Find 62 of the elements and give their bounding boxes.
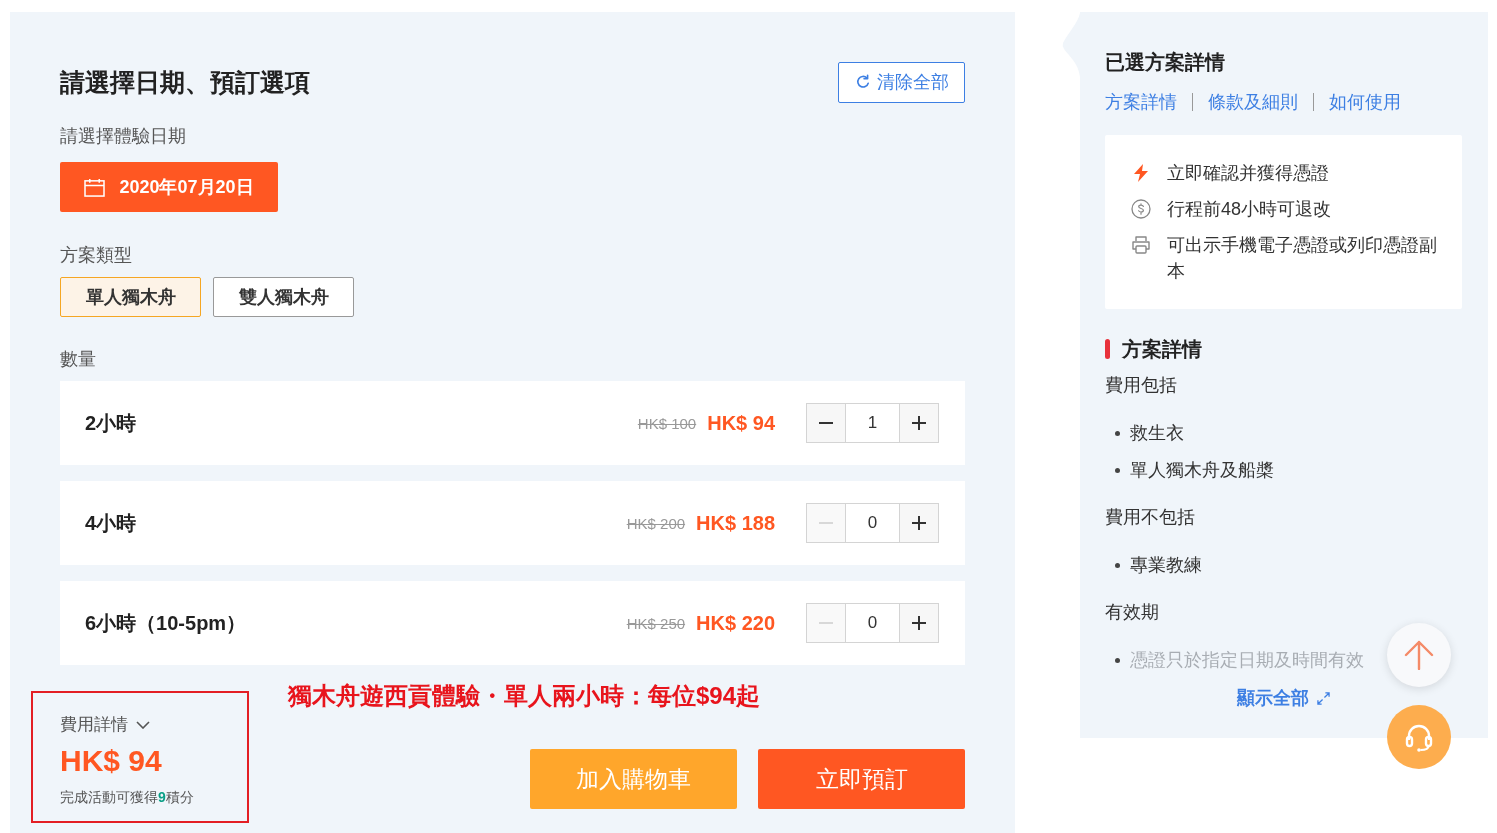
heading-marker-icon xyxy=(1105,339,1110,359)
date-picker-button[interactable]: 2020年07月20日 xyxy=(60,162,278,212)
increase-button[interactable] xyxy=(899,503,939,543)
dollar-icon xyxy=(1131,199,1151,219)
plus-icon xyxy=(912,416,926,430)
increase-button[interactable] xyxy=(899,403,939,443)
detail-item: 救生衣 xyxy=(1130,422,1184,445)
quantity-field[interactable]: 0 xyxy=(846,503,899,543)
bullet-icon xyxy=(1115,467,1120,473)
original-price: HK$ 200 xyxy=(626,514,686,532)
points-note: 完成活動可獲得9積分 xyxy=(60,788,194,807)
fee-details-toggle[interactable]: 費用詳情 xyxy=(60,714,150,736)
detail-item: 專業教練 xyxy=(1130,554,1202,577)
section-link[interactable]: 條款及細則 xyxy=(1208,90,1298,114)
calendar-icon xyxy=(84,177,106,197)
show-all-link[interactable]: 顯示全部 xyxy=(1237,686,1330,710)
detail-item: 憑證只於指定日期及時間有效 xyxy=(1130,649,1364,672)
section-link[interactable]: 如何使用 xyxy=(1329,90,1401,114)
price: HK$ 220 xyxy=(696,611,775,635)
option-name: 6小時（10-5pm） xyxy=(85,610,247,636)
headset-icon xyxy=(1404,722,1434,752)
section-title: 請選擇日期、預訂選項 xyxy=(60,67,310,98)
feature-text: 可出示手機電子憑證或列印憑證副本 xyxy=(1167,234,1438,283)
field-label: 方案類型 xyxy=(60,244,132,267)
promo-caption: 獨木舟遊西貢體驗・單人兩小時：每位$94起 xyxy=(288,682,761,710)
bullet-icon xyxy=(1115,430,1120,436)
plus-icon xyxy=(912,616,926,630)
field-label: 請選擇體驗日期 xyxy=(60,125,186,148)
clear-all-button[interactable]: 清除全部 xyxy=(838,61,965,103)
arrow-up-icon xyxy=(1404,640,1434,670)
chevron-down-icon xyxy=(136,721,150,729)
price: HK$ 188 xyxy=(696,511,775,535)
bullet-icon xyxy=(1115,657,1120,663)
lightning-icon xyxy=(1131,163,1151,183)
section-link[interactable]: 方案詳情 xyxy=(1105,90,1177,114)
option-name: 2小時 xyxy=(85,410,137,436)
package-option[interactable]: 雙人獨木舟 xyxy=(213,277,354,317)
quantity-field[interactable]: 0 xyxy=(846,603,899,643)
feature-text: 行程前48小時可退改 xyxy=(1167,198,1332,221)
option-name: 4小時 xyxy=(85,510,137,536)
expand-icon xyxy=(1317,691,1330,705)
total-price: HK$ 94 xyxy=(60,743,162,779)
printer-icon xyxy=(1131,235,1151,255)
detail-heading: 有效期 xyxy=(1105,601,1159,624)
panel-title: 已選方案詳情 xyxy=(1105,50,1225,75)
field-label: 數量 xyxy=(60,348,96,371)
feature-text: 立即確認并獲得憑證 xyxy=(1167,162,1329,185)
plus-icon xyxy=(912,516,926,530)
original-price: HK$ 250 xyxy=(626,614,686,632)
package-option[interactable]: 單人獨木舟 xyxy=(60,277,201,317)
detail-heading: 費用不包括 xyxy=(1105,506,1195,529)
decrease-button[interactable] xyxy=(806,403,846,443)
detail-item: 單人獨木舟及船槳 xyxy=(1130,459,1274,482)
section-heading: 方案詳情 xyxy=(1122,337,1202,362)
detail-heading: 費用包括 xyxy=(1105,374,1177,397)
bullet-icon xyxy=(1115,562,1120,568)
price: HK$ 94 xyxy=(707,411,775,435)
refresh-icon xyxy=(854,74,871,90)
original-price: HK$ 100 xyxy=(637,414,697,432)
quantity-field[interactable]: 1 xyxy=(846,403,899,443)
increase-button[interactable] xyxy=(899,603,939,643)
book-now-button[interactable]: 立即預訂 xyxy=(758,749,965,809)
